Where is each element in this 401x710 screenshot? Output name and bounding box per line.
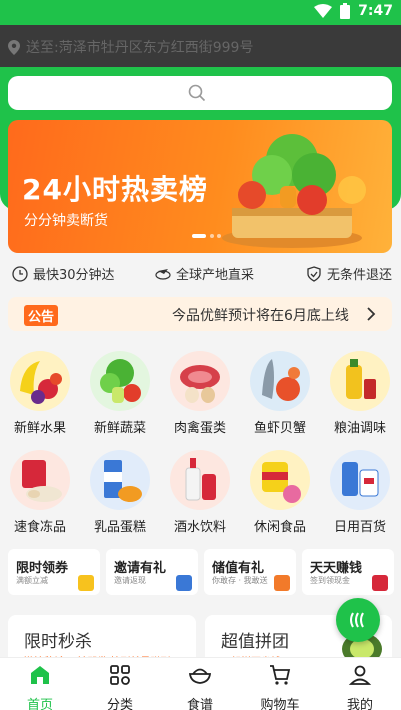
category-drinks[interactable]: 酒水饮料	[160, 450, 240, 535]
search-icon	[188, 84, 206, 102]
piggy-bank-icon	[274, 575, 290, 591]
category-dairy-cake[interactable]: 乳品蛋糕	[80, 450, 160, 535]
oil-icon	[330, 351, 390, 411]
promo-earn-money[interactable]: 天天赚钱 签到领现金	[302, 549, 394, 595]
grid-icon	[110, 665, 130, 685]
household-icon	[330, 450, 390, 510]
address-text: 送至:菏泽市牡丹区东方红西街999号	[26, 40, 254, 56]
category-grain-oil[interactable]: 粮油调味	[320, 351, 400, 436]
user-icon	[348, 665, 372, 685]
fruit-icon	[10, 351, 70, 411]
search-input[interactable]	[8, 76, 392, 110]
category-snacks[interactable]: 休闲食品	[240, 450, 320, 535]
feature-fast-delivery: 最快30分钟达	[12, 264, 115, 283]
vegetable-basket-image	[222, 134, 366, 248]
red-envelope-icon	[372, 575, 388, 591]
snack-icon	[250, 450, 310, 510]
wifi-icon	[314, 4, 333, 18]
category-daily-goods[interactable]: 日用百货	[320, 450, 400, 535]
clock-icon	[12, 265, 28, 282]
category-vegetables[interactable]: 新鲜蔬菜	[80, 351, 160, 436]
battery-icon	[340, 3, 351, 19]
delivery-address[interactable]: 送至:菏泽市牡丹区东方红西街999号	[8, 37, 253, 57]
shield-icon	[307, 265, 321, 282]
tab-category[interactable]: 分类	[80, 663, 160, 710]
tab-profile[interactable]: 我的	[320, 663, 400, 710]
tab-cart[interactable]: 购物车	[240, 663, 320, 710]
announcement-text: 今品优鲜预计将在6月底上线	[172, 308, 349, 324]
tab-home[interactable]: 首页	[0, 663, 80, 710]
plane-icon	[155, 268, 171, 280]
category-seafood[interactable]: 鱼虾贝蟹	[240, 351, 320, 436]
dairy-icon	[90, 450, 150, 510]
bottom-tab-bar: 首页 分类 食谱 购物车 我的	[0, 657, 401, 710]
banner-subtitle: 分分钟卖断货	[24, 213, 108, 229]
seafood-icon	[250, 351, 310, 411]
feature-global-sourcing: 全球产地直采	[155, 264, 254, 283]
app-screen: 7:47 送至:菏泽市牡丹区东方红西街999号 24小时热卖榜 分分钟卖断货 最…	[0, 0, 401, 710]
category-frozen[interactable]: 速食冻品	[0, 450, 80, 535]
banner-title: 24小时热卖榜	[22, 173, 208, 206]
banner-pagination	[192, 234, 221, 238]
announcement-bar[interactable]: 公告 今品优鲜预计将在6月底上线	[8, 297, 392, 331]
customer-service-button[interactable]	[336, 598, 380, 642]
status-time: 7:47	[358, 3, 393, 19]
chevron-right-icon	[367, 307, 376, 321]
category-meat-eggs[interactable]: 肉禽蛋类	[160, 351, 240, 436]
meat-icon	[170, 351, 230, 411]
bowl-icon	[188, 668, 212, 684]
status-bar: 7:47	[0, 0, 401, 25]
gift-icon	[176, 575, 192, 591]
coupon-icon	[78, 575, 94, 591]
location-pin-icon	[8, 39, 20, 55]
service-features: 最快30分钟达 全球产地直采 无条件退还	[0, 264, 401, 286]
promo-deposit[interactable]: 储值有礼 你敢存 · 我敢送	[204, 549, 296, 595]
frozen-food-icon	[10, 450, 70, 510]
category-fruit[interactable]: 新鲜水果	[0, 351, 80, 436]
cart-icon	[270, 665, 291, 685]
promo-coupon[interactable]: 限时领券 满额立减	[8, 549, 100, 595]
promo-banner[interactable]: 24小时热卖榜 分分钟卖断货	[8, 120, 392, 253]
tab-recipes[interactable]: 食谱	[160, 663, 240, 710]
promo-invite[interactable]: 邀请有礼 邀请返现	[106, 549, 198, 595]
drink-icon	[170, 450, 230, 510]
vegetable-icon	[90, 351, 150, 411]
signal-waves-icon	[350, 612, 364, 628]
announcement-tag: 公告	[24, 305, 59, 326]
feature-free-returns: 无条件退还	[306, 264, 392, 283]
home-icon	[31, 666, 49, 684]
